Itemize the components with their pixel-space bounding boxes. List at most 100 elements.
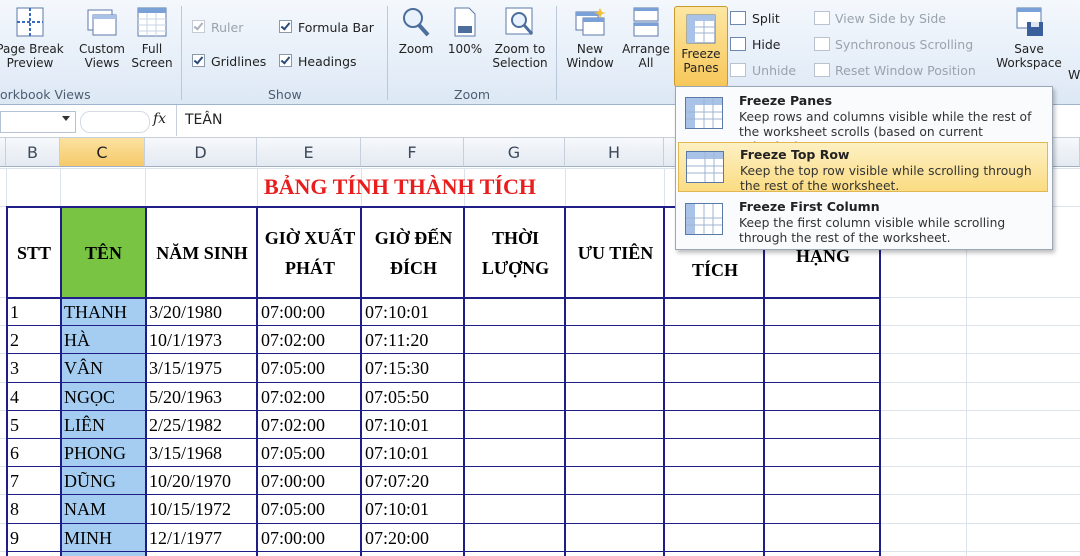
column-header-g[interactable]: G (464, 138, 565, 167)
birth-year-cell[interactable]: 3/15/1968 (149, 440, 256, 466)
arrange-all-label: Arrange All (622, 42, 670, 70)
new-window-label: New Window (566, 42, 614, 70)
column-header-a-partial[interactable] (0, 138, 6, 167)
full-screen-button[interactable]: Full Screen (130, 0, 174, 70)
name-cell[interactable]: THANH (64, 299, 144, 325)
start-time-cell[interactable]: 07:00:00 (261, 468, 360, 494)
checkbox-icon (279, 54, 292, 67)
headings-checkbox[interactable]: Headings (279, 53, 357, 71)
column-title-4: GIỜ ĐẾN ĐÍCH (374, 227, 453, 278)
name-cell[interactable]: HÀ (64, 327, 144, 353)
stt-cell[interactable]: 3 (10, 355, 59, 381)
birth-year-cell[interactable]: 10/15/1972 (149, 496, 256, 522)
name-cell[interactable]: DŨNG (64, 468, 144, 494)
start-time-cell[interactable]: 07:00:00 (261, 299, 360, 325)
menu-freeze-first-column[interactable]: Freeze First Column Keep the first column… (678, 195, 1048, 245)
stt-cell[interactable]: 2 (10, 327, 59, 353)
start-time-cell[interactable]: 07:02:00 (261, 412, 360, 438)
zoom-to-selection-button[interactable]: Zoom to Selection (490, 0, 550, 70)
name-cell[interactable]: NAM (64, 496, 144, 522)
column-header-b[interactable]: B (6, 138, 60, 167)
stt-cell[interactable]: 6 (10, 440, 59, 466)
birth-year-cell[interactable]: 2/25/1982 (149, 412, 256, 438)
stt-cell[interactable]: 1 (10, 299, 59, 325)
column-header-f[interactable]: F (361, 138, 464, 167)
chevron-down-icon[interactable] (62, 116, 70, 121)
stt-cell[interactable]: 7 (10, 468, 59, 494)
zoom-100-icon (449, 6, 481, 38)
column-header-e[interactable]: E (257, 138, 361, 167)
birth-year-cell[interactable]: 10/1/1973 (149, 327, 256, 353)
fx-button[interactable]: fx (153, 111, 166, 127)
formula-bar-checkbox[interactable]: Formula Bar (279, 19, 374, 37)
finish-time-cell[interactable]: 07:10:01 (365, 496, 463, 522)
stt-cell[interactable]: 5 (10, 412, 59, 438)
menu-freeze-panes[interactable]: Freeze Panes Keep rows and columns visibl… (678, 89, 1048, 154)
view-side-by-side-button[interactable]: View Side by Side (814, 10, 946, 28)
gridlines-checkbox[interactable]: Gridlines (192, 53, 266, 71)
column-title-0: STT (16, 242, 52, 263)
unhide-button[interactable]: Unhide (730, 62, 796, 80)
custom-views-label: Custom Views (79, 42, 125, 70)
birth-year-cell[interactable]: 3/15/1975 (149, 355, 256, 381)
start-time-cell[interactable]: 07:05:00 (261, 440, 360, 466)
stt-cell[interactable]: 4 (10, 384, 59, 410)
reset-position-icon (814, 63, 830, 77)
custom-views-button[interactable]: Custom Views (78, 0, 126, 70)
synchronous-scrolling-button[interactable]: Synchronous Scrolling (814, 36, 973, 54)
new-window-button[interactable]: New Window (562, 0, 618, 70)
ruler-checkbox[interactable]: Ruler (192, 19, 243, 37)
sync-scroll-label: Synchronous Scrolling (835, 37, 974, 52)
name-cell[interactable]: LIÊN (64, 412, 144, 438)
reset-window-position-button[interactable]: Reset Window Position (814, 62, 976, 80)
start-time-cell[interactable]: 07:05:00 (261, 355, 360, 381)
separator (387, 6, 388, 100)
finish-time-cell[interactable]: 07:05:50 (365, 384, 463, 410)
finish-time-cell[interactable]: 07:10:01 (365, 440, 463, 466)
name-cell[interactable]: VÂN (64, 355, 144, 381)
name-cell[interactable]: NGỌC (64, 384, 144, 410)
start-time-cell[interactable]: 07:05:00 (261, 496, 360, 522)
finish-time-cell[interactable]: 07:11:20 (365, 327, 463, 353)
finish-time-cell[interactable]: 07:20:00 (365, 525, 463, 551)
column-header-c[interactable]: C (60, 138, 145, 167)
headings-label: Headings (298, 54, 357, 69)
finish-time-cell[interactable]: 07:07:20 (365, 468, 463, 494)
freeze-panes-label: Freeze Panes (681, 47, 721, 75)
hide-button[interactable]: Hide (730, 36, 781, 54)
birth-year-cell[interactable]: 12/1/1977 (149, 525, 256, 551)
split-button[interactable]: Split (730, 10, 780, 28)
finish-time-cell[interactable]: 07:15:30 (365, 355, 463, 381)
column-title-1: TÊN (84, 242, 122, 263)
name-box[interactable] (0, 111, 76, 133)
menu-freeze-top-row[interactable]: Freeze Top Row Keep the top row visible w… (678, 142, 1048, 193)
start-time-cell[interactable]: 07:02:00 (261, 327, 360, 353)
name-cell[interactable]: MINH (64, 525, 144, 551)
column-header-d[interactable]: D (145, 138, 257, 167)
unhide-label: Unhide (752, 63, 797, 78)
column-title-5: THỜI LƯỢNG (481, 227, 550, 278)
name-cell[interactable]: PHONG (64, 440, 144, 466)
switch-windows-button[interactable]: W (1068, 66, 1080, 84)
birth-year-cell[interactable]: 10/20/1970 (149, 468, 256, 494)
workbook-views-group-label: orkbook Views (0, 87, 91, 102)
stt-cell[interactable]: 9 (10, 525, 59, 551)
hide-label: Hide (752, 37, 781, 52)
freeze-panes-button[interactable]: Freeze Panes (674, 6, 728, 87)
save-workspace-icon (1013, 6, 1045, 38)
start-time-cell[interactable]: 07:02:00 (261, 384, 360, 410)
birth-year-cell[interactable]: 3/20/1980 (149, 299, 256, 325)
column-title-7: TÍCH (691, 260, 738, 280)
save-workspace-button[interactable]: Save Workspace (992, 0, 1066, 70)
zoom-button[interactable]: Zoom (396, 0, 436, 56)
finish-time-cell[interactable]: 07:10:01 (365, 299, 463, 325)
finish-time-cell[interactable]: 07:10:01 (365, 412, 463, 438)
show-group-label: Show (268, 87, 302, 102)
zoom-100-button[interactable]: 100% (444, 0, 486, 56)
page-break-preview-button[interactable]: Page Break Preview (0, 0, 66, 70)
stt-cell[interactable]: 8 (10, 496, 59, 522)
column-header-h[interactable]: H (565, 138, 664, 167)
arrange-all-button[interactable]: Arrange All (620, 0, 672, 70)
birth-year-cell[interactable]: 5/20/1963 (149, 384, 256, 410)
start-time-cell[interactable]: 07:00:00 (261, 525, 360, 551)
